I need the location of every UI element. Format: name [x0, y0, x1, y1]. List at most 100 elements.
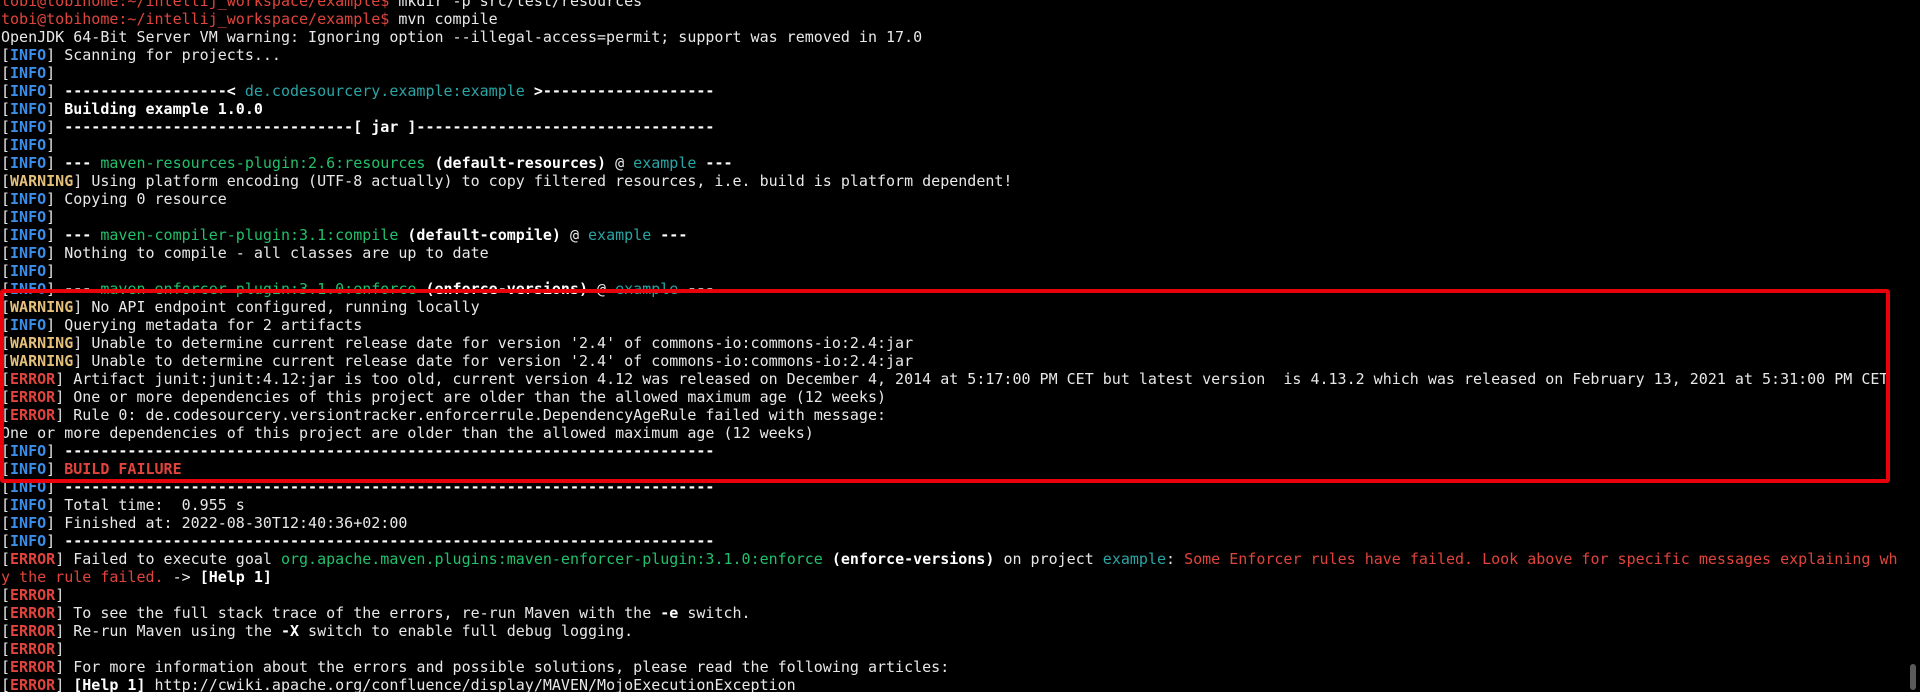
line-segment: (default-resources) [434, 154, 607, 172]
terminal-line: [INFO] ------------------< de.codesource… [1, 82, 1898, 100]
line-segment: Using platform encoding (UTF-8 actually)… [91, 172, 1013, 190]
line-segment: One or more dependencies of this project… [73, 388, 887, 406]
bracket-close: ] [55, 622, 74, 640]
bracket-close: ] [46, 226, 65, 244]
line-segment [823, 550, 832, 568]
terminal-line: [INFO] --- maven-resources-plugin:2.6:re… [1, 154, 1898, 172]
bracket-close: ] [46, 118, 65, 136]
line-segment: Scanning for projects... [64, 46, 281, 64]
line-segment: Some Enforcer rules have failed. Look ab… [1184, 550, 1898, 568]
terminal-line: tobi@tobihome:~/intellij_workspace/examp… [1, 10, 1898, 28]
line-segment: --- [651, 226, 688, 244]
line-segment: example [588, 226, 652, 244]
line-segment: example [1102, 550, 1167, 568]
line-segment: org.apache.maven.plugins:maven-enforcer-… [280, 550, 823, 568]
terminal-line: [ERROR] One or more dependencies of this… [1, 388, 1898, 406]
line-segment: --- [64, 226, 101, 244]
log-level-warning: WARNING [10, 334, 74, 352]
line-segment: For more information about the errors an… [73, 658, 950, 676]
terminal-line: y the rule failed. -> [Help 1] [1, 568, 1898, 586]
terminal-line: [WARNING] No API endpoint configured, ru… [1, 298, 1898, 316]
line-segment: example [633, 154, 697, 172]
bracket-open: [ [1, 64, 11, 82]
terminal-line: [INFO] --- maven-enforcer-plugin:3.1.0:e… [1, 280, 1898, 298]
bracket-close: ] [46, 262, 65, 280]
line-segment: -> [163, 568, 200, 586]
log-level-error: ERROR [10, 640, 56, 658]
bracket-open: [ [1, 226, 11, 244]
bracket-close: ] [46, 280, 65, 298]
log-level-info: INFO [10, 280, 47, 298]
bracket-open: [ [1, 118, 11, 136]
bracket-close: ] [46, 496, 65, 514]
bracket-open: [ [1, 442, 11, 460]
line-segment: ----------------------------------------… [64, 478, 715, 496]
bracket-close: ] [73, 352, 92, 370]
line-segment: Unable to determine current release date… [91, 334, 914, 352]
line-segment: tobi@tobihome:~/intellij_workspace/examp… [1, 10, 399, 28]
bracket-close: ] [46, 532, 65, 550]
bracket-open: [ [1, 676, 11, 692]
line-segment: >------------------- [524, 82, 715, 100]
line-segment: @ [560, 226, 589, 244]
line-segment: @ [606, 154, 634, 172]
bracket-close: ] [46, 64, 65, 82]
bracket-close: ] [73, 298, 92, 316]
terminal-window[interactable]: tobi@tobihome:~/intellij_workspace/examp… [0, 0, 1920, 692]
log-level-error: ERROR [10, 406, 56, 424]
line-segment: mkdir -p src/test/resources [398, 0, 643, 10]
log-level-info: INFO [10, 532, 47, 550]
line-segment: -X [280, 622, 300, 640]
bracket-open: [ [1, 298, 11, 316]
bracket-open: [ [1, 82, 11, 100]
log-level-info: INFO [10, 442, 47, 460]
bracket-close: ] [46, 460, 65, 478]
log-level-warning: WARNING [10, 352, 74, 370]
line-segment: Finished at: 2022-08-30T12:40:36+02:00 [64, 514, 408, 532]
line-segment: Unable to determine current release date… [91, 352, 914, 370]
terminal-line: [ERROR] Rule 0: de.codesourcery.versiont… [1, 406, 1898, 424]
log-level-info: INFO [10, 82, 47, 100]
bracket-open: [ [1, 190, 11, 208]
log-level-info: INFO [10, 46, 47, 64]
terminal-line: [INFO] Copying 0 resource [1, 190, 1898, 208]
scrollbar-thumb[interactable] [1910, 664, 1916, 690]
bracket-open: [ [1, 550, 11, 568]
log-level-info: INFO [10, 118, 47, 136]
terminal-line: [INFO] [1, 208, 1898, 226]
terminal-output: tobi@tobihome:~/intellij_workspace/examp… [1, 0, 1898, 692]
bracket-open: [ [1, 406, 11, 424]
terminal-line: [INFO] Nothing to compile - all classes … [1, 244, 1898, 262]
line-segment: BUILD FAILURE [64, 460, 182, 478]
bracket-close: ] [46, 478, 65, 496]
terminal-line: [INFO] [1, 64, 1898, 82]
line-segment: [Help 1] [199, 568, 272, 586]
log-level-error: ERROR [10, 658, 56, 676]
terminal-line: [ERROR] Failed to execute goal org.apach… [1, 550, 1898, 568]
terminal-line: [INFO] Finished at: 2022-08-30T12:40:36+… [1, 514, 1898, 532]
terminal-line: [INFO] --- maven-compiler-plugin:3.1:com… [1, 226, 1898, 244]
line-segment: --------------------------------[ jar ]-… [64, 118, 715, 136]
line-segment: http://cwiki.apache.org/confluence/displ… [145, 676, 796, 692]
line-segment: --- [64, 154, 101, 172]
bracket-close: ] [55, 406, 74, 424]
terminal-line: [WARNING] Using platform encoding (UTF-8… [1, 172, 1898, 190]
bracket-close: ] [46, 100, 65, 118]
log-level-info: INFO [10, 244, 47, 262]
line-segment: mvn compile [398, 10, 498, 28]
bracket-open: [ [1, 496, 11, 514]
terminal-line: [INFO] --------------------------------[… [1, 118, 1898, 136]
line-segment: Failed to execute goal [73, 550, 281, 568]
terminal-line: [INFO] Scanning for projects... [1, 46, 1898, 64]
line-segment: : [1166, 550, 1185, 568]
line-segment: Artifact junit:junit:4.12:jar is too old… [73, 370, 1889, 388]
log-level-info: INFO [10, 136, 47, 154]
bracket-open: [ [1, 262, 11, 280]
log-level-info: INFO [10, 460, 47, 478]
bracket-open: [ [1, 658, 11, 676]
bracket-close: ] [55, 676, 74, 692]
line-segment: -e [660, 604, 679, 622]
terminal-line: [ERROR] [1, 586, 1898, 604]
log-level-info: INFO [10, 262, 47, 280]
terminal-line: [INFO] [1, 136, 1898, 154]
